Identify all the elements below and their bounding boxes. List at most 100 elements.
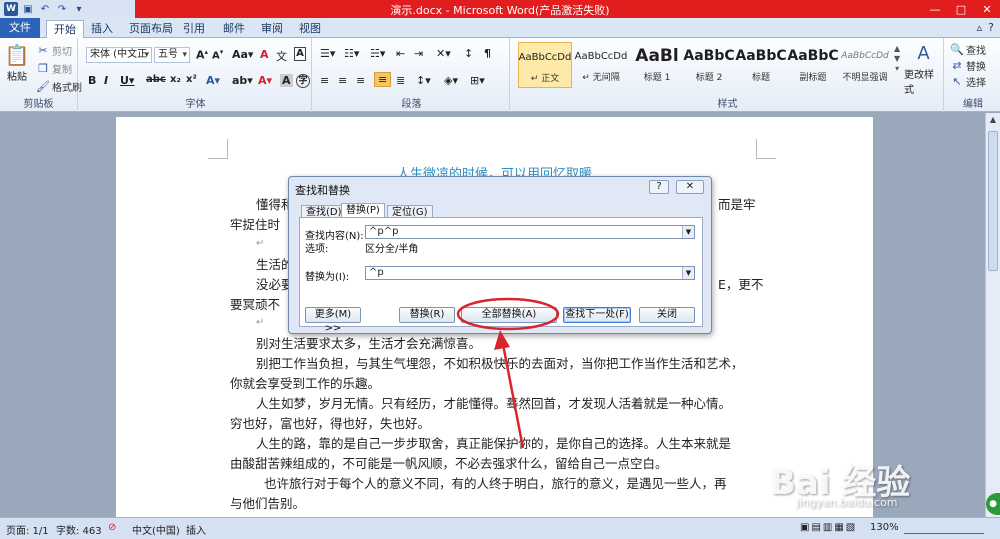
view-buttons[interactable]: ▣▤▥▦▧	[800, 522, 857, 533]
zoom-level[interactable]: 130%	[870, 522, 899, 533]
style-subtle-emphasis[interactable]: AaBbCcDd 不明显强调	[838, 42, 892, 88]
replace-ribbon-button[interactable]: ⇄ 替换	[950, 58, 986, 74]
font-color-button[interactable]: A▾	[258, 74, 272, 87]
copy-label: 复制	[52, 65, 72, 76]
paragraph-mark: ↵	[256, 317, 265, 328]
scroll-up-icon[interactable]: ▲	[986, 113, 1000, 127]
grow-font-button[interactable]: A▴	[196, 48, 208, 62]
find-label: 查找	[966, 46, 986, 57]
select-button[interactable]: ↖ 选择	[950, 74, 986, 90]
tab-references[interactable]: 引用	[176, 20, 212, 38]
maximize-button[interactable]: □	[948, 0, 974, 18]
text-line: 牢捉住时	[230, 217, 281, 232]
numbering-button[interactable]: ☷▾	[344, 47, 359, 60]
tab-home[interactable]: 开始	[46, 20, 84, 38]
replace-ribbon-label: 替换	[966, 62, 986, 73]
justify-button[interactable]: ≡	[374, 72, 392, 87]
help-icon[interactable]: ?	[988, 21, 994, 34]
style-no-spacing[interactable]: AaBbCcDd ↵ 无间隔	[574, 42, 628, 88]
replace-with-input[interactable]: ^p ▼	[365, 266, 695, 280]
change-styles-button[interactable]: A 更改样式	[904, 42, 943, 96]
scissors-icon: ✂	[38, 43, 48, 57]
highlight-button[interactable]: ab▾	[232, 74, 253, 87]
bullets-button[interactable]: ☰▾	[320, 47, 335, 60]
find-dropdown-icon[interactable]: ▼	[682, 226, 694, 238]
center-button[interactable]: ≡	[338, 74, 347, 87]
tab-mailings[interactable]: 邮件	[216, 20, 252, 38]
borders-button[interactable]: ⊞▾	[470, 74, 485, 87]
replace-button[interactable]: 替换(R)	[399, 307, 455, 323]
find-button[interactable]: 🔍 查找	[950, 42, 986, 58]
subscript-button[interactable]: x₂	[170, 74, 181, 85]
shading-button[interactable]: ◈▾	[444, 74, 458, 87]
editing-group-label: 编辑	[963, 99, 983, 110]
distributed-button[interactable]: ≣	[396, 74, 405, 87]
copy-icon: ❐	[38, 61, 48, 75]
phonetic-guide-button[interactable]: 文	[276, 48, 287, 64]
change-styles-icon: A	[917, 43, 930, 64]
ribbon-right-controls: ▵ ?	[977, 21, 994, 34]
decrease-indent-button[interactable]: ⇤	[396, 47, 405, 60]
close-window-button[interactable]: ✕	[974, 0, 1000, 18]
clear-formatting-button[interactable]: A	[260, 48, 269, 61]
binoculars-icon: 🔍	[950, 42, 964, 56]
char-shading-button[interactable]: A	[280, 74, 293, 87]
style-heading-1-name: 标题 1	[643, 73, 671, 83]
format-painter-button[interactable]: 🖌 格式刷	[36, 79, 82, 95]
bold-button[interactable]: B	[88, 74, 96, 87]
replace-all-button[interactable]: 全部替换(A)	[461, 307, 557, 323]
align-left-button[interactable]: ≡	[320, 74, 329, 87]
more-button[interactable]: 更多(M) >>	[305, 307, 361, 334]
tab-insert[interactable]: 插入	[84, 20, 120, 38]
word-count[interactable]: 字数: 463	[56, 522, 102, 537]
show-marks-button[interactable]: ¶	[484, 47, 491, 60]
tab-review[interactable]: 审阅	[254, 20, 290, 38]
tab-view[interactable]: 视图	[292, 20, 328, 38]
change-case-button[interactable]: Aa▾	[232, 48, 253, 61]
copy-button[interactable]: ❐ 复制	[36, 61, 72, 77]
paste-button[interactable]: 📋 粘贴	[4, 42, 30, 83]
cut-button[interactable]: ✂ 剪切	[36, 43, 72, 59]
close-dialog-button[interactable]: 关闭	[639, 307, 695, 323]
zoom-slider[interactable]	[904, 524, 984, 534]
char-border-button[interactable]: A	[294, 47, 306, 61]
tab-page-layout[interactable]: 页面布局	[122, 20, 180, 38]
proofing-icon[interactable]: ⊘	[108, 522, 116, 533]
minimize-button[interactable]: —	[922, 0, 948, 18]
style-title[interactable]: AaBbC 标题	[734, 42, 788, 88]
multilevel-list-button[interactable]: ☵▾	[370, 47, 385, 60]
find-what-input[interactable]: ^p^p ▼	[365, 225, 695, 239]
vertical-scrollbar[interactable]: ▲ ▼	[985, 113, 1000, 517]
font-size-combo[interactable]: 五号	[154, 47, 190, 63]
dialog-close-icon[interactable]: ✕	[676, 180, 704, 194]
align-right-button[interactable]: ≡	[356, 74, 365, 87]
minimize-ribbon-icon[interactable]: ▵	[977, 21, 983, 34]
style-subtitle[interactable]: AaBbC 副标题	[786, 42, 840, 88]
italic-button[interactable]: I	[104, 74, 108, 87]
strikethrough-button[interactable]: abc	[146, 74, 166, 85]
find-replace-dialog: 查找和替换 ? ✕ 查找(D) 替换(P) 定位(G) 查找内容(N): ^p^…	[288, 176, 712, 334]
superscript-button[interactable]: x²	[186, 74, 197, 85]
page-count[interactable]: 页面: 1/1	[6, 522, 49, 537]
underline-button[interactable]: U▾	[120, 74, 134, 87]
sort-button[interactable]: ↕	[464, 47, 473, 60]
replace-dropdown-icon[interactable]: ▼	[682, 267, 694, 279]
enclose-char-button[interactable]: 字	[296, 74, 310, 88]
increase-indent-button[interactable]: ⇥	[414, 47, 423, 60]
font-name-combo[interactable]: 宋体 (中文正	[86, 47, 152, 63]
style-heading-2[interactable]: AaBbC 标题 2	[682, 42, 736, 88]
style-heading-1[interactable]: AaBl 标题 1	[630, 42, 684, 88]
tab-file[interactable]: 文件	[0, 18, 40, 38]
dialog-help-button[interactable]: ?	[649, 180, 669, 194]
styles-scroll-buttons[interactable]: ▲ ▼ ▾	[894, 44, 900, 73]
shrink-font-button[interactable]: A▾	[212, 48, 223, 61]
scroll-thumb[interactable]	[988, 131, 998, 271]
format-painter-label: 格式刷	[52, 83, 82, 94]
language-indicator[interactable]: 中文(中国)	[132, 522, 180, 537]
chinese-layout-button[interactable]: ✕▾	[436, 47, 451, 60]
insert-mode[interactable]: 插入	[186, 522, 206, 537]
style-normal[interactable]: AaBbCcDd ↵ 正文	[518, 42, 572, 88]
text-effects-button[interactable]: A▾	[206, 74, 220, 87]
line-spacing-button[interactable]: ↕▾	[416, 74, 431, 87]
find-next-button[interactable]: 查找下一处(F)	[563, 307, 631, 323]
